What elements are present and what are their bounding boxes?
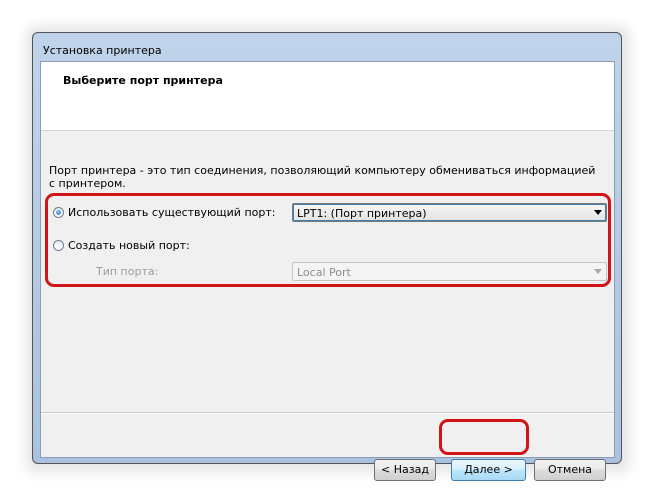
title-bar[interactable]: Установка принтера bbox=[33, 33, 621, 61]
port-options-highlight bbox=[45, 193, 611, 287]
window-title: Установка принтера bbox=[43, 44, 162, 57]
back-button[interactable]: < Назад bbox=[374, 459, 436, 481]
next-button-highlight bbox=[439, 419, 529, 455]
wizard-header: Выберите порт принтера bbox=[41, 62, 614, 131]
printer-setup-window: Установка принтера Выберите порт принтер… bbox=[32, 32, 622, 481]
next-button[interactable]: Далее > bbox=[451, 459, 526, 481]
wizard-content: Выберите порт принтера Порт принтера - э… bbox=[40, 61, 615, 481]
footer-separator bbox=[41, 412, 614, 414]
port-description: Порт принтера - это тип соединения, позв… bbox=[49, 164, 596, 190]
cancel-button[interactable]: Отмена bbox=[534, 459, 606, 481]
page-title: Выберите порт принтера bbox=[63, 74, 223, 87]
